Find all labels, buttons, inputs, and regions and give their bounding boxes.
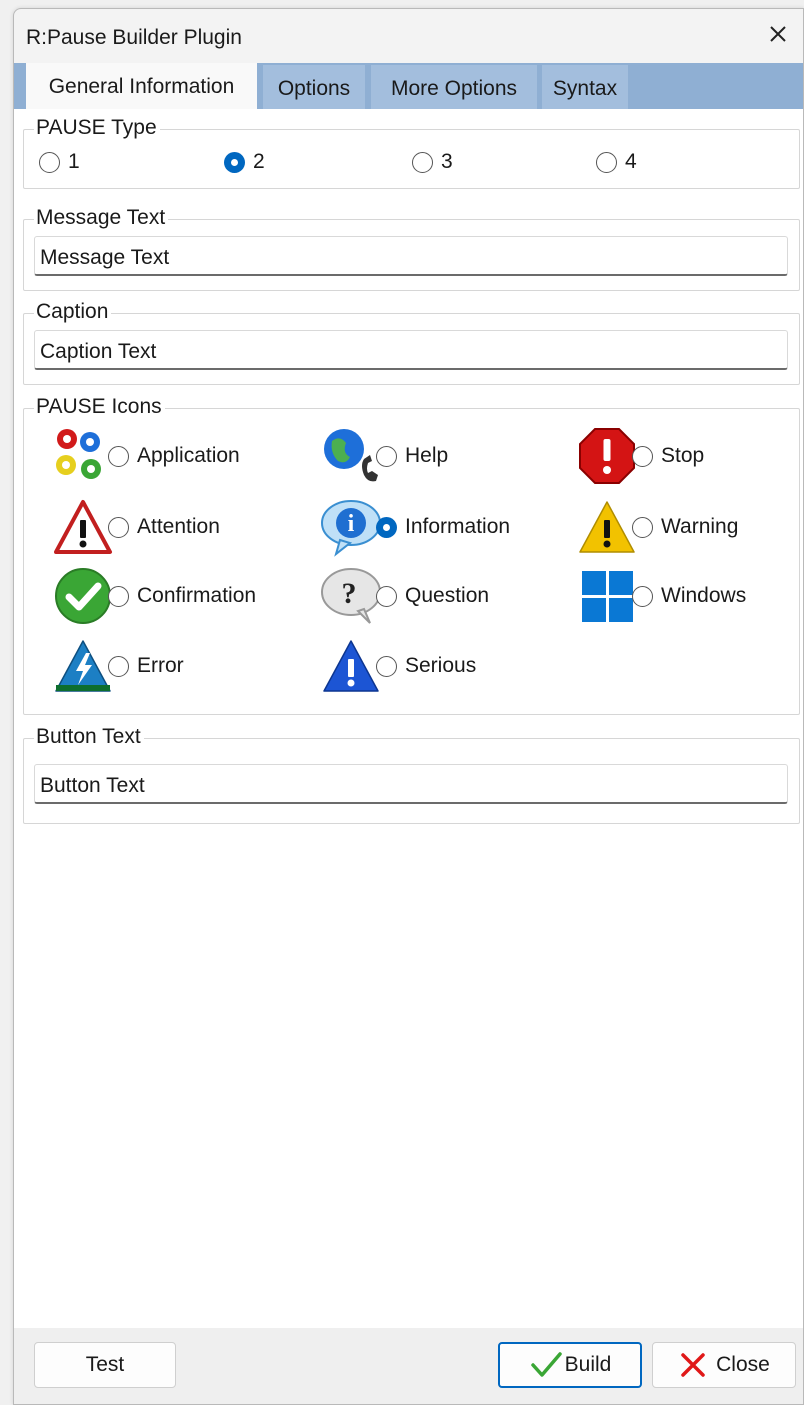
icon-option-help[interactable]: Help: [320, 425, 448, 487]
icon-option-label: Warning: [661, 515, 739, 538]
title-bar: R:Pause Builder Plugin: [14, 9, 803, 63]
pause-type-radio-3[interactable]: 3: [412, 150, 453, 174]
icon-option-label: Application: [137, 444, 240, 467]
tab-bar: General Information Options More Options…: [14, 63, 803, 111]
icon-option-attention[interactable]: Attention: [52, 496, 220, 558]
close-button-label: Close: [716, 1353, 770, 1376]
pause-type-group: PAUSE Type 1 2 3 4: [23, 116, 800, 189]
icon-option-serious[interactable]: Serious: [320, 635, 476, 697]
checkmark-circle-icon: [55, 568, 111, 624]
icon-option-confirmation[interactable]: Confirmation: [52, 565, 256, 627]
radio-circle: [39, 151, 60, 173]
test-button[interactable]: Test: [34, 1342, 176, 1388]
icon-option-application[interactable]: Application: [52, 425, 240, 487]
radio-circle-selected: [376, 516, 397, 538]
icon-option-stop[interactable]: Stop: [576, 425, 704, 487]
radio-circle: [376, 585, 397, 607]
windows-logo-icon: [582, 571, 633, 622]
radio-label: 3: [441, 150, 453, 173]
window-title: R:Pause Builder Plugin: [26, 26, 242, 49]
radio-circle: [376, 445, 397, 467]
icon-option-label: Error: [137, 654, 184, 677]
radio-circle: [108, 516, 129, 538]
pause-type-radio-1[interactable]: 1: [39, 150, 80, 174]
icon-option-label: Information: [405, 515, 511, 538]
close-x-icon: [681, 1353, 705, 1377]
radio-circle: [376, 655, 397, 677]
icon-option-label: Help: [405, 444, 449, 467]
icon-option-information[interactable]: i Information: [320, 496, 510, 558]
radio-circle: [108, 585, 129, 607]
message-text-group: Message Text Message Text: [23, 206, 800, 291]
icon-option-windows[interactable]: Windows: [576, 565, 746, 627]
globe-phone-icon: [324, 429, 378, 482]
checkmark-icon: [530, 1352, 562, 1377]
icon-option-warning[interactable]: Warning: [576, 496, 738, 558]
radio-label: 4: [625, 150, 637, 173]
radio-circle: [412, 151, 433, 173]
close-button[interactable]: Close: [652, 1342, 796, 1388]
attention-triangle-icon: [54, 500, 112, 554]
stop-octagon-icon: [579, 428, 635, 484]
gears-icon: [56, 429, 101, 479]
icon-option-label: Confirmation: [137, 584, 257, 607]
message-text-label: Message Text: [34, 206, 169, 230]
pause-type-radio-2[interactable]: 2: [224, 150, 265, 174]
build-button[interactable]: Build: [498, 1342, 642, 1388]
icon-option-label: Attention: [137, 515, 220, 538]
pause-icons-label: PAUSE Icons: [34, 395, 165, 419]
button-text-label: Button Text: [34, 725, 144, 749]
warning-triangle-icon: [579, 501, 635, 553]
radio-circle: [108, 655, 129, 677]
dialog-footer: Test Build Close: [14, 1328, 803, 1404]
caption-input[interactable]: Caption Text: [34, 330, 788, 370]
icon-option-error[interactable]: Error: [52, 635, 184, 697]
radio-circle: [632, 585, 653, 607]
radio-circle: [108, 445, 129, 467]
tab-more-options[interactable]: More Options: [371, 65, 537, 109]
icon-option-label: Stop: [661, 444, 705, 467]
plugin-window: R:Pause Builder Plugin General Informati…: [13, 8, 804, 1405]
pause-icons-group: PAUSE Icons Application Help Stop Attent…: [23, 395, 800, 715]
radio-circle: [632, 516, 653, 538]
icon-option-label: Windows: [661, 584, 747, 607]
radio-label: 2: [253, 150, 265, 173]
tab-content: PAUSE Type 1 2 3 4 Message Text Message …: [14, 109, 803, 1328]
question-bubble-icon: ?: [321, 568, 381, 624]
build-button-label: Build: [564, 1353, 612, 1376]
icon-option-label: Question: [405, 584, 490, 607]
tab-syntax[interactable]: Syntax: [542, 65, 628, 109]
pause-type-label: PAUSE Type: [34, 116, 160, 140]
window-close-button[interactable]: [761, 17, 795, 51]
button-text-input[interactable]: Button Text: [34, 764, 788, 804]
radio-circle-selected: [224, 151, 245, 173]
radio-label: 1: [68, 150, 80, 173]
pause-type-radio-4[interactable]: 4: [596, 150, 637, 174]
close-icon: [770, 26, 786, 42]
info-bubble-icon: i: [321, 500, 381, 557]
button-text-group: Button Text Button Text: [23, 725, 800, 824]
radio-circle: [632, 445, 653, 467]
icon-option-label: Serious: [405, 654, 477, 677]
icon-option-question[interactable]: ? Question: [320, 565, 489, 627]
serious-triangle-icon: [323, 640, 379, 692]
svg-text:i: i: [348, 511, 355, 537]
caption-group: Caption Caption Text: [23, 300, 800, 385]
radio-circle: [596, 151, 617, 173]
caption-label: Caption: [34, 300, 112, 324]
lightning-icon: [55, 640, 111, 692]
tab-options[interactable]: Options: [263, 65, 365, 109]
svg-text:?: ?: [342, 577, 357, 610]
tab-general-information[interactable]: General Information: [26, 63, 257, 111]
message-text-input[interactable]: Message Text: [34, 236, 788, 276]
